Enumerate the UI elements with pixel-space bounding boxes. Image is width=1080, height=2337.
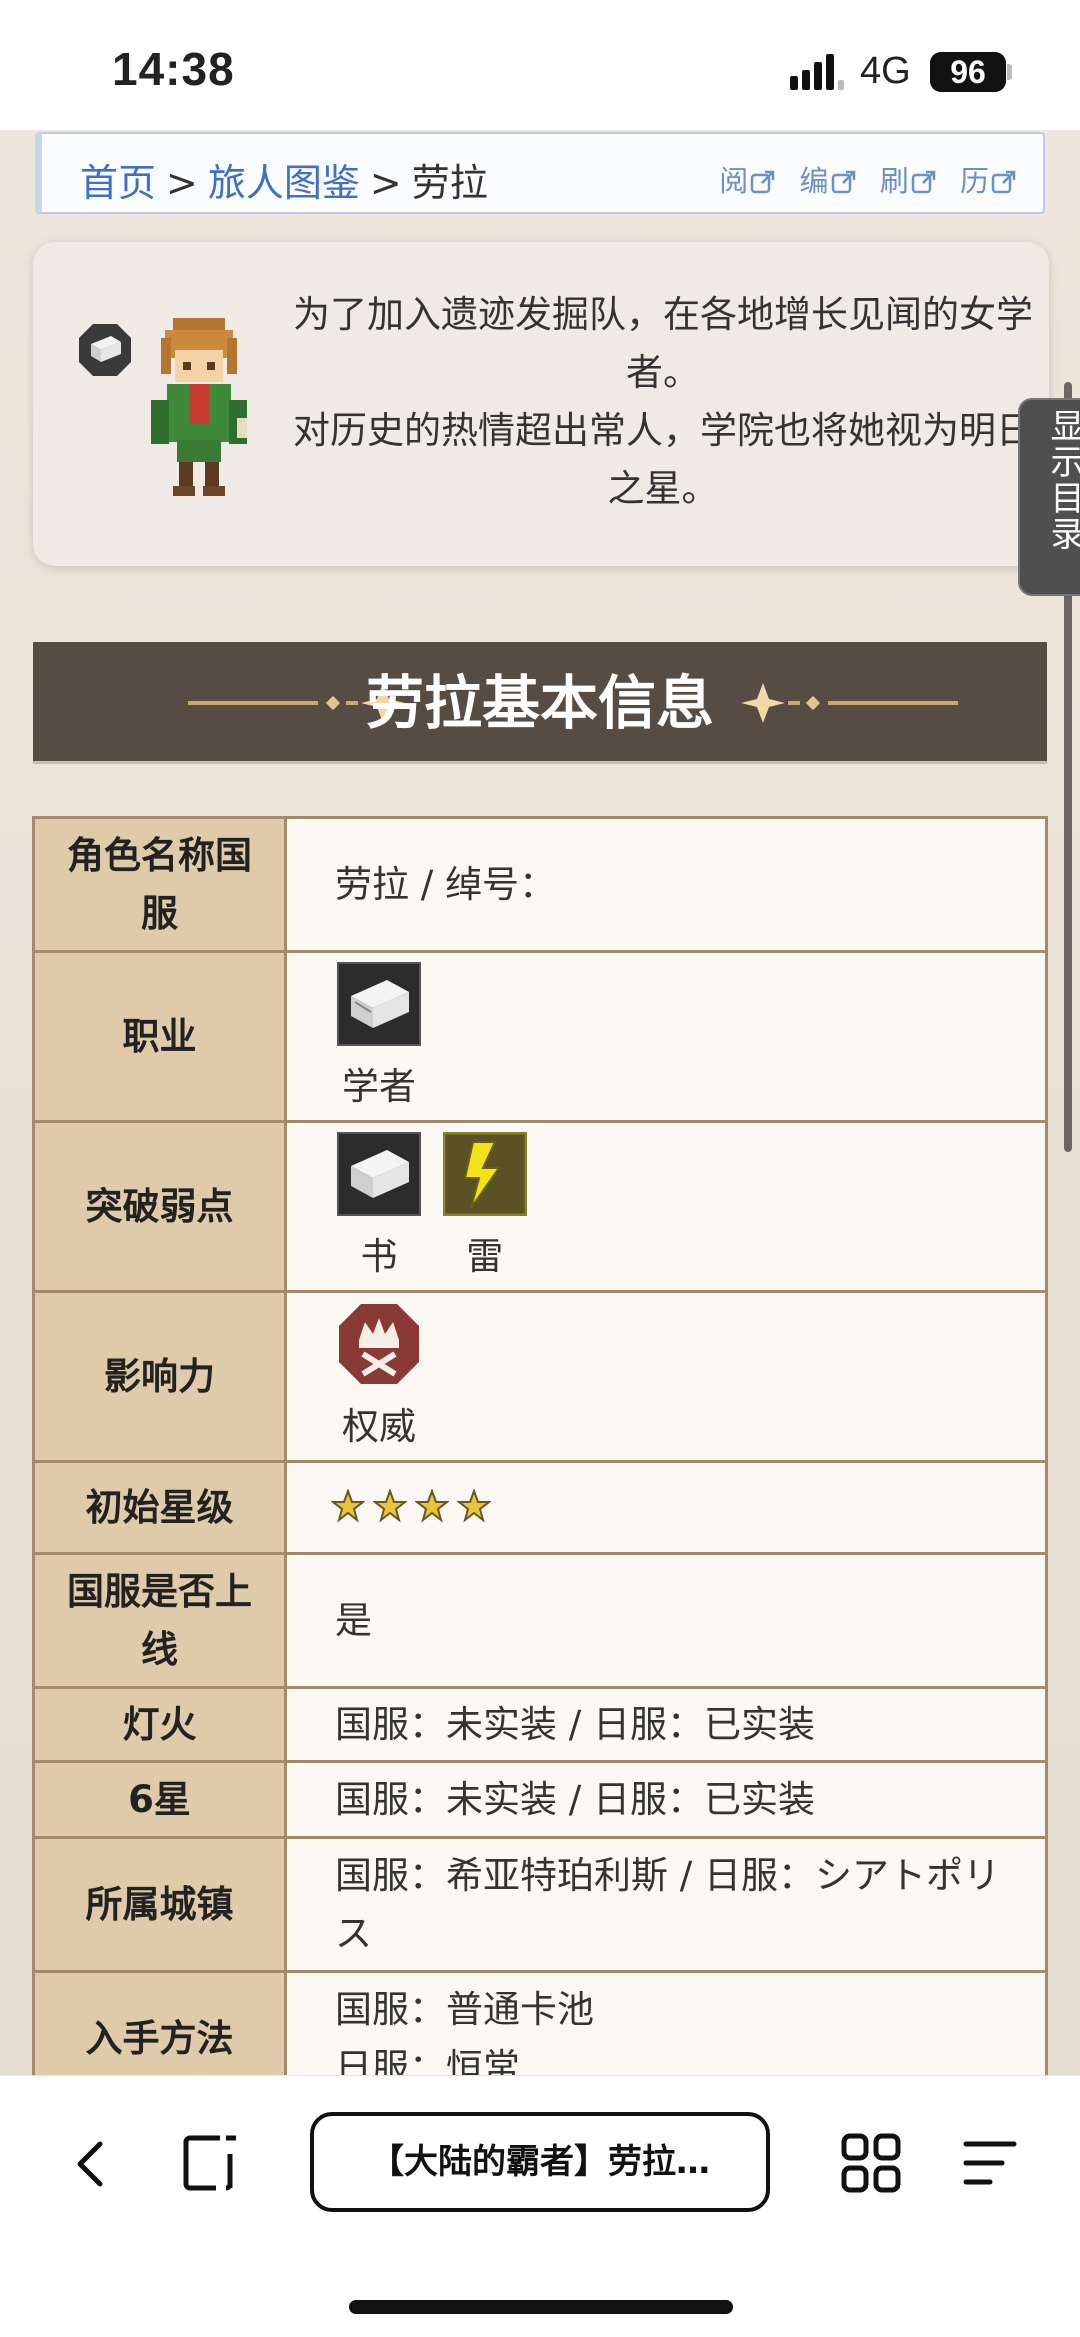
- table-row: 灯火 国服：未实装 / 日服：已实装: [32, 1686, 1048, 1763]
- battery-tip: [1007, 64, 1012, 80]
- back-icon[interactable]: [70, 2138, 110, 2190]
- weakness-item[interactable]: 书: [337, 1132, 421, 1281]
- star-icon: [456, 1487, 492, 1523]
- external-link-icon: [911, 170, 936, 194]
- grid-menu-icon[interactable]: [840, 2132, 902, 2194]
- row-key: 所属城镇: [32, 1836, 287, 1973]
- read-action-link[interactable]: 阅: [719, 158, 776, 200]
- job-label: 学者: [342, 1065, 416, 1108]
- influence-label: 权威: [342, 1405, 416, 1448]
- breadcrumb-separator: >: [166, 161, 198, 205]
- obtain-line: 日服：恒常: [335, 2045, 520, 2076]
- obtain-line: 国服：普通卡池: [335, 1987, 594, 2031]
- book-class-icon: [337, 962, 421, 1046]
- star-icon: [330, 1487, 366, 1523]
- row-key: 国服是否上线: [32, 1552, 287, 1689]
- read-action-label: 阅: [719, 164, 749, 198]
- table-row: 影响力 权威: [32, 1290, 1048, 1463]
- toc-toggle-button[interactable]: 显示目录: [1018, 398, 1080, 596]
- history-action-link[interactable]: 历: [960, 158, 1017, 200]
- authority-crown-icon: [339, 1304, 419, 1384]
- tab-switch-icon[interactable]: [180, 2132, 242, 2194]
- row-key: 职业: [32, 950, 287, 1123]
- status-bar: 14:38 4G 96: [0, 0, 1080, 130]
- row-key: 6星: [32, 1760, 287, 1839]
- row-value: 权威: [284, 1290, 1048, 1463]
- row-key: 突破弱点: [32, 1120, 287, 1293]
- row-value: 劳拉 / 绰号：: [284, 816, 1048, 953]
- star-icon: [414, 1487, 450, 1523]
- edit-action-link[interactable]: 编: [800, 158, 857, 200]
- section-header: 劳拉基本信息: [33, 642, 1047, 764]
- external-link-icon: [751, 170, 775, 194]
- signal-icon: [790, 54, 844, 90]
- weakness-label: 雷: [466, 1235, 504, 1278]
- breadcrumb-separator: >: [369, 161, 402, 205]
- character-description: 为了加入遗迹发掘队，在各地增长见闻的女学者。 对历史的热情超出常人，学院也将她视…: [283, 286, 1043, 518]
- weakness-label: 书: [360, 1235, 398, 1278]
- breadcrumb: 首页 > 旅人图鉴 > 劳拉 阅 编 刷 历: [35, 132, 1045, 214]
- row-value: 是: [284, 1552, 1048, 1689]
- star-icon: [372, 1487, 408, 1523]
- book-weakness-icon: [337, 1132, 421, 1216]
- influence-item[interactable]: 权威: [337, 1302, 421, 1451]
- scholar-class-badge-icon: [79, 324, 131, 376]
- external-link-icon: [831, 170, 855, 194]
- breadcrumb-gallery-link[interactable]: 旅人图鉴: [208, 161, 360, 205]
- breadcrumb-current: 劳拉: [411, 161, 488, 205]
- table-row: 突破弱点 书 雷: [32, 1120, 1048, 1293]
- star-rating: [284, 1460, 1048, 1555]
- row-key: 影响力: [32, 1290, 287, 1463]
- breadcrumb-home-link[interactable]: 首页: [80, 161, 156, 205]
- row-value: 学者: [284, 950, 1048, 1123]
- star-holder: [330, 1482, 499, 1525]
- character-intro-card: 为了加入遗迹发掘队，在各地增长见闻的女学者。 对历史的热情超出常人，学院也将她视…: [33, 242, 1049, 566]
- job-item[interactable]: 学者: [337, 962, 421, 1111]
- battery-level: 96: [930, 52, 1006, 92]
- row-key: 初始星级: [32, 1460, 287, 1555]
- row-value: 国服：未实装 / 日服：已实装: [284, 1760, 1048, 1839]
- table-row: 所属城镇 国服：希亚特珀利斯 / 日服：シアトポリス: [32, 1836, 1048, 1973]
- character-sprite-icon: [151, 318, 247, 496]
- description-line: 对历史的热情超出常人，学院也将她视为明日之星。: [293, 409, 1033, 510]
- page-content[interactable]: 首页 > 旅人图鉴 > 劳拉 阅 编 刷 历 为了加入遗迹发掘队，在各地增长见闻…: [0, 130, 1080, 2075]
- row-value: 国服：普通卡池 日服：恒常: [284, 1970, 1048, 2076]
- row-value: 国服：希亚特珀利斯 / 日服：シアトポリス: [284, 1836, 1048, 1973]
- breadcrumb-trail: 首页 > 旅人图鉴 > 劳拉: [80, 152, 488, 207]
- row-value: 书 雷: [284, 1120, 1048, 1293]
- external-link-icon: [991, 170, 1016, 194]
- table-row: 角色名称国服 劳拉 / 绰号：: [32, 816, 1048, 953]
- home-indicator[interactable]: [349, 2300, 733, 2314]
- description-line: 为了加入遗迹发掘队，在各地增长见闻的女学者。: [293, 293, 1033, 394]
- page-actions: 阅 编 刷 历: [705, 158, 1017, 200]
- section-title: 劳拉基本信息: [365, 669, 714, 737]
- character-info-table: 角色名称国服 劳拉 / 绰号： 职业 学者 突破弱点 书 雷 影响力 权威 初始…: [32, 816, 1048, 2075]
- table-row: 初始星级: [32, 1460, 1048, 1555]
- network-type: 4G: [860, 50, 911, 92]
- row-key: 入手方法: [32, 1970, 287, 2075]
- table-row: 国服是否上线 是: [32, 1552, 1048, 1689]
- current-tab-title[interactable]: 【大陆的霸者】劳拉…: [310, 2112, 770, 2212]
- weakness-item[interactable]: 雷: [442, 1131, 528, 1281]
- row-key: 角色名称国服: [32, 816, 287, 953]
- menu-icon[interactable]: [962, 2136, 1018, 2190]
- browser-toolbar: 【大陆的霸者】劳拉…: [0, 2075, 1080, 2337]
- refresh-action-label: 刷: [879, 164, 909, 198]
- table-row: 入手方法 国服：普通卡池 日服：恒常: [32, 1970, 1048, 2076]
- lightning-weakness-icon: [442, 1131, 528, 1217]
- refresh-action-link[interactable]: 刷: [880, 158, 937, 200]
- status-time: 14:38: [112, 43, 235, 95]
- table-row: 职业 学者: [32, 950, 1048, 1123]
- row-value: 国服：未实装 / 日服：已实装: [284, 1686, 1048, 1763]
- table-row: 6星 国服：未实装 / 日服：已实装: [32, 1760, 1048, 1839]
- edit-action-label: 编: [799, 164, 829, 198]
- row-key: 灯火: [32, 1686, 287, 1763]
- history-action-label: 历: [959, 164, 989, 198]
